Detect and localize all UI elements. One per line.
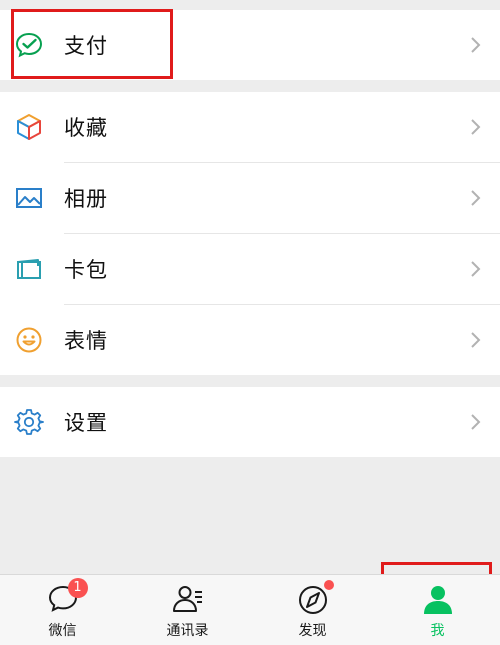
menu-group-settings: 设置 xyxy=(0,387,500,457)
tab-contacts[interactable]: 通讯录 xyxy=(125,575,250,645)
chevron-right-icon xyxy=(471,119,481,135)
chat-bubble-icon: 1 xyxy=(46,578,88,615)
chevron-right-icon xyxy=(471,190,481,206)
tab-label-discover: 发现 xyxy=(298,623,327,639)
tab-label-chats: 微信 xyxy=(48,623,77,639)
gear-icon xyxy=(14,407,44,437)
unread-badge: 1 xyxy=(67,578,88,598)
tab-chats[interactable]: 1 微信 xyxy=(0,575,125,645)
contacts-icon xyxy=(171,583,205,615)
menu-item-stickers[interactable]: 表情 xyxy=(0,305,500,375)
menu-item-card-wallet[interactable]: 卡包 xyxy=(0,234,500,304)
menu-item-favorites[interactable]: 收藏 xyxy=(0,92,500,162)
menu-item-label-settings: 设置 xyxy=(64,411,108,435)
picture-icon xyxy=(14,183,44,213)
menu-item-label-favorites: 收藏 xyxy=(64,116,108,140)
bottom-tab-bar: 1 微信 通讯录 发现 我 xyxy=(0,574,500,645)
cube-icon xyxy=(14,112,44,142)
menu-item-label-pay: 支付 xyxy=(64,34,108,58)
menu-group-main: 收藏 相册 卡包 表情 xyxy=(0,92,500,375)
compass-icon xyxy=(296,580,334,615)
smiley-icon xyxy=(14,325,44,355)
tab-me[interactable]: 我 xyxy=(375,575,500,645)
new-content-dot xyxy=(323,580,334,590)
group-spacer xyxy=(0,80,500,92)
person-icon xyxy=(421,583,455,615)
chevron-right-icon xyxy=(471,414,481,430)
menu-group-pay: 支付 xyxy=(0,10,500,80)
menu-item-pay[interactable]: 支付 xyxy=(0,10,500,80)
menu-item-label-stickers: 表情 xyxy=(64,329,108,353)
tab-discover[interactable]: 发现 xyxy=(250,575,375,645)
card-icon xyxy=(14,254,44,284)
group-spacer xyxy=(0,375,500,387)
tab-label-contacts: 通讯录 xyxy=(166,623,209,639)
menu-item-settings[interactable]: 设置 xyxy=(0,387,500,457)
tab-label-me: 我 xyxy=(430,623,445,639)
menu-item-album[interactable]: 相册 xyxy=(0,163,500,233)
chevron-right-icon xyxy=(471,332,481,348)
pay-check-icon xyxy=(14,30,44,60)
menu-item-label-album: 相册 xyxy=(64,187,108,211)
chevron-right-icon xyxy=(471,37,481,53)
chevron-right-icon xyxy=(471,261,481,277)
top-spacer xyxy=(0,0,500,10)
menu-item-label-card-wallet: 卡包 xyxy=(64,258,108,282)
